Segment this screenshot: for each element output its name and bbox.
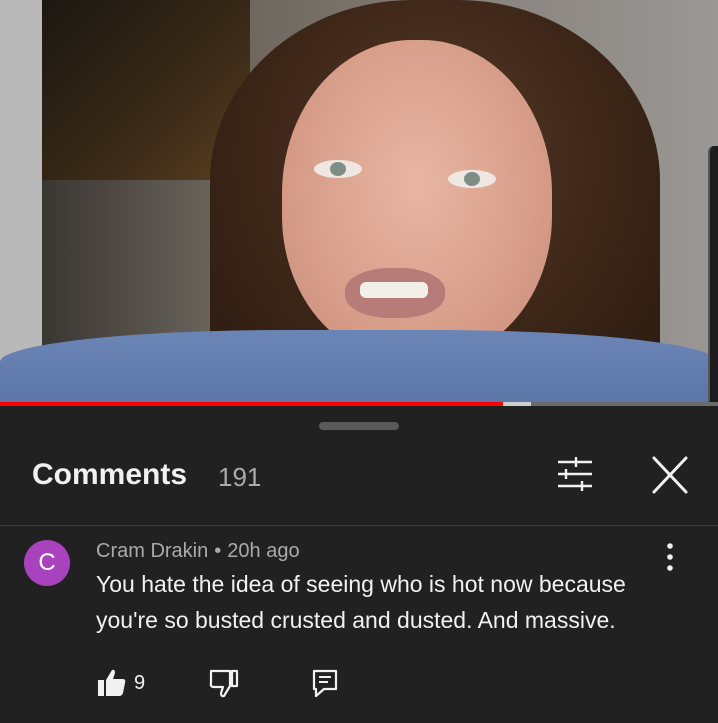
- avatar[interactable]: C: [24, 540, 70, 586]
- sliders-icon: [558, 457, 592, 491]
- comment-text: You hate the idea of seeing who is hot n…: [96, 571, 626, 633]
- video-player[interactable]: [0, 0, 718, 402]
- close-icon: [652, 456, 688, 494]
- dislike-button[interactable]: [208, 668, 240, 698]
- comments-sheet: Comments 191 C Cram Drakin • 20h ago You h…: [0, 406, 718, 723]
- comments-title: Comments: [32, 458, 188, 491]
- divider: [0, 525, 718, 526]
- comments-count: 191: [218, 462, 262, 492]
- thumbs-up-icon: [98, 669, 126, 696]
- video-doorframe: [0, 0, 42, 402]
- meta-separator: •: [214, 540, 222, 562]
- video-person-eye-left: [314, 160, 362, 178]
- thumbs-down-icon: [209, 669, 239, 698]
- video-person-eye-right: [448, 170, 496, 188]
- drag-handle[interactable]: [319, 422, 399, 430]
- more-vert-icon: [667, 543, 673, 571]
- like-count: 9: [134, 672, 146, 694]
- like-button[interactable]: [96, 668, 128, 698]
- side-panel-edge: [708, 146, 718, 426]
- comment-author[interactable]: Cram Drakin: [96, 540, 208, 562]
- close-button[interactable]: [645, 452, 695, 498]
- comment-time: 20h ago: [227, 540, 300, 562]
- reply-icon: [312, 669, 338, 698]
- comment-more-button[interactable]: [656, 540, 684, 574]
- comment-meta: Cram Drakin • 20h ago: [96, 540, 300, 563]
- video-person-sweater: [0, 330, 718, 402]
- sort-filter-button[interactable]: [550, 454, 600, 494]
- reply-button[interactable]: [310, 668, 340, 698]
- video-person-teeth: [360, 282, 428, 298]
